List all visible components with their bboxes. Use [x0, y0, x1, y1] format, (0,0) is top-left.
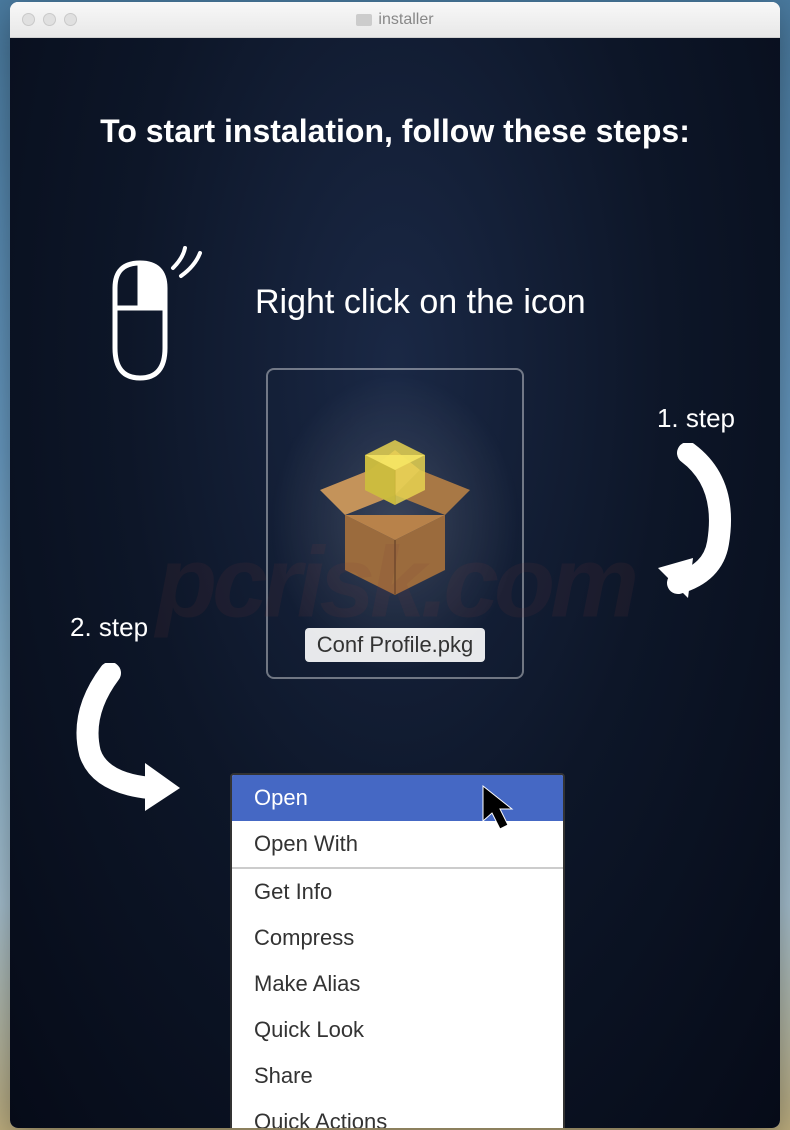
package-icon [283, 395, 507, 610]
menu-item-label: Share [254, 1063, 313, 1088]
menu-item-label: Open With [254, 831, 358, 856]
menu-item-make-alias[interactable]: Make Alias [232, 961, 563, 1007]
menu-item-quick-actions[interactable]: Quick Actions [232, 1099, 563, 1128]
menu-item-label: Make Alias [254, 971, 360, 996]
window-title: installer [378, 11, 433, 29]
main-heading: To start instalation, follow these steps… [50, 113, 740, 150]
menu-item-quick-look[interactable]: Quick Look [232, 1007, 563, 1053]
installer-window: installer pcrisk.com To start instalatio… [10, 2, 780, 1128]
menu-item-share[interactable]: Share [232, 1053, 563, 1099]
package-filename: Conf Profile.pkg [305, 628, 486, 662]
menu-item-label: Open [254, 785, 308, 810]
step-2-label: 2. step [70, 612, 148, 643]
menu-item-open[interactable]: Open [232, 775, 563, 821]
menu-item-compress[interactable]: Compress [232, 915, 563, 961]
minimize-button[interactable] [43, 13, 56, 26]
menu-item-open-with[interactable]: Open With [232, 821, 563, 867]
package-file[interactable]: Conf Profile.pkg [266, 368, 524, 679]
close-button[interactable] [22, 13, 35, 26]
disk-icon [356, 14, 372, 26]
instruction-text: Right click on the icon [255, 283, 586, 322]
menu-item-label: Quick Look [254, 1017, 364, 1042]
arrow-curve-icon [70, 663, 210, 818]
mouse-icon [85, 238, 215, 403]
window-content: pcrisk.com To start instalation, follow … [10, 38, 780, 1128]
window-titlebar[interactable]: installer [10, 2, 780, 38]
menu-item-label: Quick Actions [254, 1109, 387, 1128]
maximize-button[interactable] [64, 13, 77, 26]
menu-item-label: Compress [254, 925, 354, 950]
arrow-down-icon [618, 443, 738, 608]
menu-item-get-info[interactable]: Get Info [232, 869, 563, 915]
context-menu: Open Open With Get Info Compress Make Al… [230, 773, 565, 1128]
step-1-label: 1. step [657, 403, 735, 434]
traffic-lights [22, 13, 77, 26]
menu-item-label: Get Info [254, 879, 332, 904]
window-title-content: installer [356, 11, 433, 29]
